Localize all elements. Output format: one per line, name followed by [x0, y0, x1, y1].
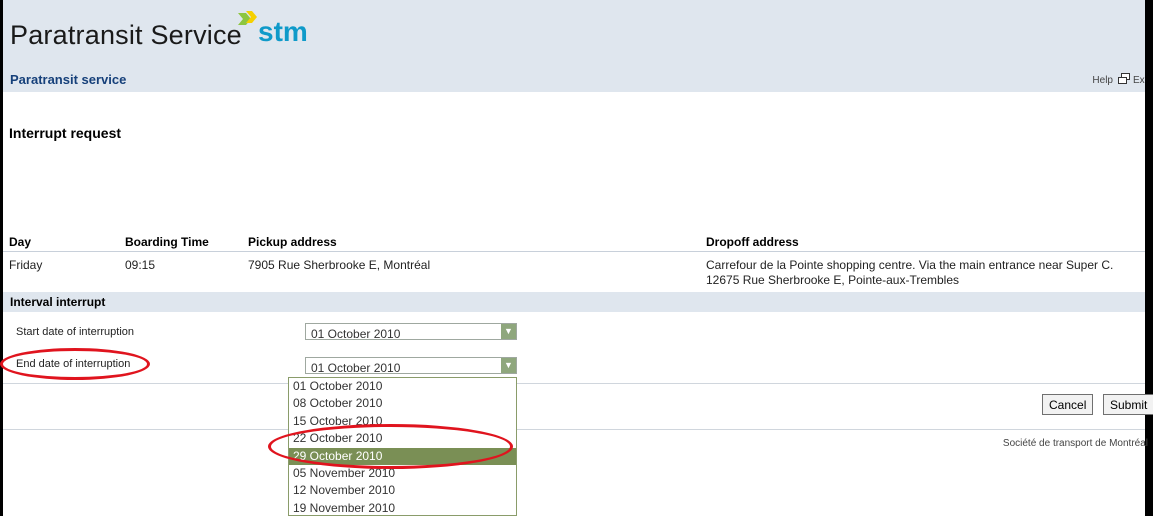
divider: [3, 383, 288, 384]
end-date-value: 01 October 2010: [311, 361, 401, 375]
annotation-circle-option: [268, 424, 513, 469]
start-date-label: Start date of interruption: [16, 326, 135, 338]
cell-pickup-address: 7905 Rue Sherbrooke E, Montréal: [248, 258, 431, 272]
divider: [517, 429, 1145, 430]
end-date-select[interactable]: 01 October 2010 ▼: [305, 357, 517, 375]
footer-text: Société de transport de Montréal: [1002, 438, 1148, 449]
cancel-button[interactable]: Cancel: [1042, 394, 1094, 415]
logo-text: Paratransit Service: [10, 20, 242, 50]
column-header-dropoff: Dropoff address: [706, 235, 799, 249]
section-header-interval: Interval interrupt: [3, 292, 1145, 312]
exit-link[interactable]: Ex: [1133, 75, 1145, 86]
chevron-down-icon[interactable]: ▼: [501, 358, 516, 373]
column-header-pickup: Pickup address: [248, 235, 337, 249]
divider: [3, 429, 288, 430]
cell-boarding-time: 09:15: [125, 258, 156, 272]
chevron-down-icon[interactable]: ▼: [501, 324, 516, 339]
dropdown-option[interactable]: 12 November 2010: [289, 482, 516, 499]
column-header-boarding-time: Boarding Time: [125, 235, 209, 249]
start-date-value: 01 October 2010: [311, 327, 401, 341]
dropdown-option[interactable]: 01 October 2010: [289, 378, 516, 395]
annotation-circle-end-date: [0, 348, 150, 380]
page-title: Interrupt request: [9, 125, 122, 141]
start-date-select[interactable]: 01 October 2010 ▼: [305, 323, 517, 341]
cell-dropoff-line2: 12675 Rue Sherbrooke E, Pointe-aux-Tremb…: [706, 273, 960, 287]
cell-day: Friday: [9, 258, 43, 272]
dropdown-option[interactable]: 08 October 2010: [289, 395, 516, 412]
section-title: Interval interrupt: [10, 295, 106, 309]
help-link[interactable]: Help: [1092, 75, 1113, 86]
logo-brand: stm: [258, 16, 308, 47]
column-header-day: Day: [9, 235, 32, 249]
dropdown-option[interactable]: 19 November 2010: [289, 500, 516, 515]
submit-button[interactable]: Submit: [1103, 394, 1153, 415]
table-header-divider: [3, 251, 1145, 252]
window-icon: [1118, 73, 1130, 84]
cell-dropoff-line1: Carrefour de la Pointe shopping centre. …: [706, 258, 1114, 272]
divider: [517, 383, 1145, 384]
header: Paratransit Service stm Paratransit serv…: [3, 0, 1145, 92]
site-subtitle: Paratransit service: [10, 72, 127, 87]
